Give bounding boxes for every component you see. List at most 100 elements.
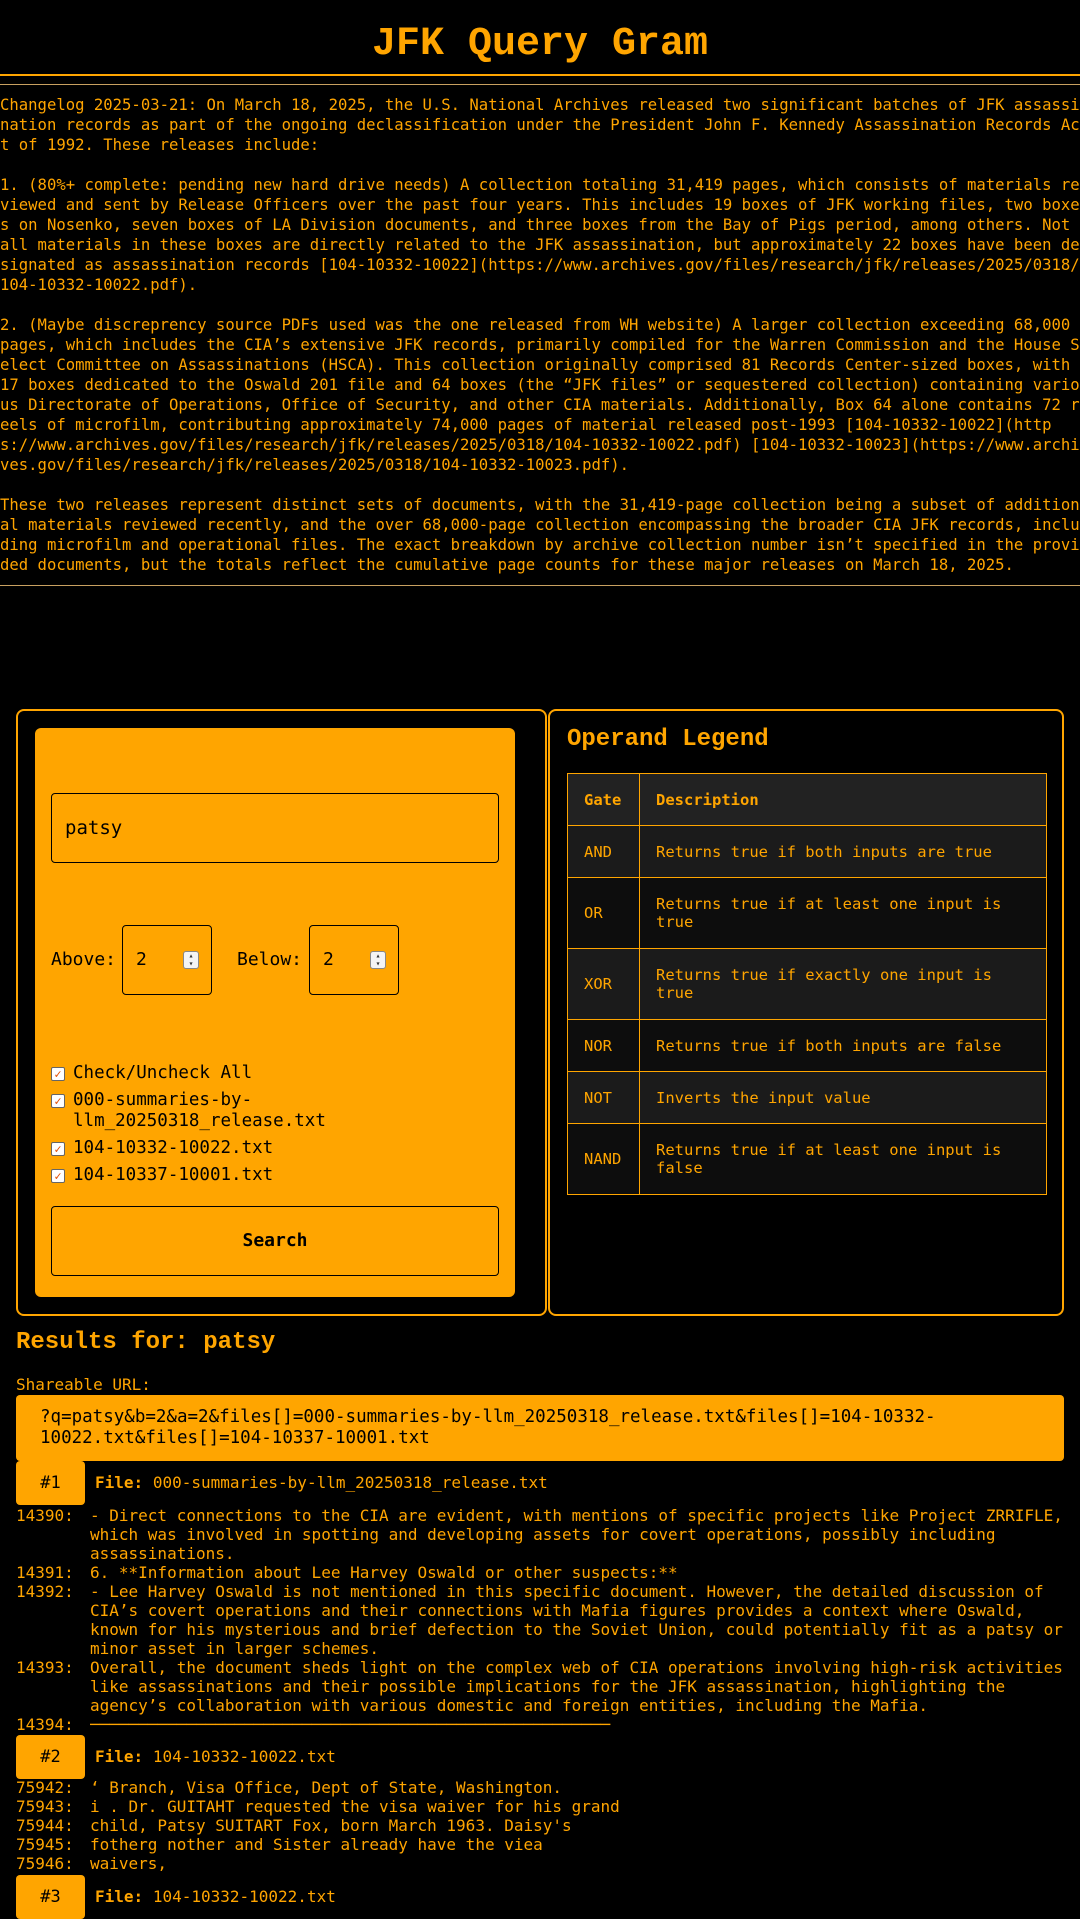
share-url-label: Shareable URL: <box>16 1375 151 1394</box>
header-divider <box>0 74 1080 76</box>
line-number: 75942: <box>16 1778 74 1797</box>
query-input[interactable]: patsy <box>51 793 499 863</box>
file-label: File: <box>95 1747 144 1766</box>
result-line: 14394: ─────────────────────────────────… <box>16 1715 1064 1734</box>
line-text: 6. **Information about Lee Harvey Oswald… <box>90 1563 678 1582</box>
file-checkbox-label: 104-10337-10001.txt <box>73 1165 274 1185</box>
line-text: ‘ Branch, Visa Office, Dept of State, Wa… <box>90 1778 563 1797</box>
operand-legend-panel: Operand Legend Gate Description AND Retu… <box>548 709 1064 1316</box>
result-file-line: File: 104-10332-10022.txt <box>95 1887 336 1906</box>
page-header: JFK Query Gram <box>0 0 1080 85</box>
file-label: File: <box>95 1887 144 1906</box>
result-line: 75946: waivers, <box>16 1854 1064 1873</box>
result-lines: 14390: - Direct connections to the CIA a… <box>16 1506 1064 1734</box>
line-text: i . Dr. GUITAHT requested the visa waive… <box>90 1797 620 1816</box>
legend-description: Returns true if exactly one input is tru… <box>639 948 1047 1020</box>
result-lines: 75942: ‘ Branch, Visa Office, Dept of St… <box>16 1778 1064 1873</box>
legend-gate: NOT <box>567 1071 640 1124</box>
line-number: 14392: <box>16 1582 74 1601</box>
result-file-name: 000-summaries-by-llm_20250318_release.tx… <box>152 1473 548 1492</box>
legend-description: Returns true if both inputs are false <box>639 1019 1047 1072</box>
changelog-divider <box>0 585 1080 586</box>
check-all-row[interactable]: ✓ Check/Uncheck All <box>51 1063 501 1084</box>
result-badge[interactable]: #2 <box>16 1735 85 1779</box>
file-checkbox-list: ✓ Check/Uncheck All ✓ 000-summaries-by-l… <box>51 1063 501 1192</box>
result-line: 14390: - Direct connections to the CIA a… <box>16 1506 1064 1563</box>
file-checkbox[interactable]: ✓ <box>51 1142 65 1156</box>
result-file-name: 104-10332-10022.txt <box>152 1887 336 1906</box>
checkbox-check-all[interactable]: ✓ <box>51 1067 65 1081</box>
result-badge[interactable]: #1 <box>16 1461 85 1505</box>
page-title: JFK Query Gram <box>371 22 709 67</box>
legend-title: Operand Legend <box>567 726 769 753</box>
below-value: 2 <box>323 949 334 970</box>
above-number-input[interactable]: 2 ▴ ▾ <box>122 925 212 995</box>
legend-description: Inverts the input value <box>639 1071 1047 1124</box>
changelog-text: Changelog 2025-03-21: On March 18, 2025,… <box>0 96 1080 574</box>
below-spinner-icon[interactable]: ▴ ▾ <box>370 951 386 969</box>
legend-header-description: Description <box>639 773 1047 826</box>
legend-gate: NAND <box>567 1123 640 1195</box>
line-number: 14391: <box>16 1563 74 1582</box>
legend-row: XOR Returns true if exactly one input is… <box>567 948 1047 1020</box>
legend-header-gate: Gate <box>567 773 640 826</box>
legend-gate: OR <box>567 877 640 949</box>
file-label: File: <box>95 1473 144 1492</box>
file-checkbox-row[interactable]: ✓ 104-10332-10022.txt <box>51 1138 501 1159</box>
file-checkbox[interactable]: ✓ <box>51 1169 65 1183</box>
line-number: 14390: <box>16 1506 74 1525</box>
legend-row: OR Returns true if at least one input is… <box>567 877 1047 949</box>
line-text: - Lee Harvey Oswald is not mentioned in … <box>90 1582 1063 1658</box>
result-header: #3 File: 104-10332-10022.txt <box>16 1875 1064 1919</box>
panels-row: patsy Above: 2 ▴ ▾ Below: 2 ▴ ▾ ✓ Check/Un… <box>16 709 1064 1316</box>
check-all-label: Check/Uncheck All <box>73 1063 253 1083</box>
legend-row: NOT Inverts the input value <box>567 1071 1047 1124</box>
file-checkbox[interactable]: ✓ <box>51 1094 65 1108</box>
result-line: 75945: fotherg nother and Sister already… <box>16 1835 1064 1854</box>
above-value: 2 <box>136 949 147 970</box>
legend-gate: AND <box>567 825 640 878</box>
line-number: 75943: <box>16 1797 74 1816</box>
legend-gate: XOR <box>567 948 640 1020</box>
result-file-line: File: 104-10332-10022.txt <box>95 1747 336 1766</box>
legend-row: NAND Returns true if at least one input … <box>567 1123 1047 1195</box>
result-file-name: 104-10332-10022.txt <box>152 1747 336 1766</box>
file-checkbox-row[interactable]: ✓ 000-summaries-by-llm_20250318_release.… <box>51 1090 501 1132</box>
line-number: 75945: <box>16 1835 74 1854</box>
result-line: 14391: 6. **Information about Lee Harvey… <box>16 1563 1064 1582</box>
share-url-box[interactable]: ?q=patsy&b=2&a=2&files[]=000-summaries-b… <box>16 1395 1064 1461</box>
line-number: 14394: <box>16 1715 74 1734</box>
results-title: Results for: patsy <box>16 1329 276 1356</box>
line-text: waivers, <box>90 1854 168 1873</box>
line-text: - Direct connections to the CIA are evid… <box>90 1506 1063 1563</box>
line-text: fotherg nother and Sister already have t… <box>90 1835 543 1854</box>
below-label: Below: <box>237 949 303 970</box>
result-badge[interactable]: #3 <box>16 1875 85 1919</box>
legend-description: Returns true if at least one input is fa… <box>639 1123 1047 1195</box>
line-number: 75944: <box>16 1816 74 1835</box>
search-button[interactable]: Search <box>51 1206 499 1276</box>
result-file-line: File: 000-summaries-by-llm_20250318_rele… <box>95 1473 548 1492</box>
legend-row: AND Returns true if both inputs are true <box>567 825 1047 878</box>
result-line: 14393: Overall, the document sheds light… <box>16 1658 1064 1715</box>
line-text: Overall, the document sheds light on the… <box>90 1658 1063 1715</box>
result-line: 75943: i . Dr. GUITAHT requested the vis… <box>16 1797 1064 1816</box>
search-panel: patsy Above: 2 ▴ ▾ Below: 2 ▴ ▾ ✓ Check/Un… <box>16 709 547 1316</box>
file-checkbox-label: 104-10332-10022.txt <box>73 1138 274 1158</box>
file-checkbox-label: 000-summaries-by-llm_20250318_release.tx… <box>73 1090 326 1131</box>
legend-description: Returns true if both inputs are true <box>639 825 1047 878</box>
legend-row: NOR Returns true if both inputs are fals… <box>567 1019 1047 1072</box>
line-text: child, Patsy SUITART Fox, born March 196… <box>90 1816 572 1835</box>
result-line: 14392: - Lee Harvey Oswald is not mentio… <box>16 1582 1064 1658</box>
result-header: #1 File: 000-summaries-by-llm_20250318_r… <box>16 1461 1064 1505</box>
below-number-input[interactable]: 2 ▴ ▾ <box>309 925 399 995</box>
above-label: Above: <box>51 949 117 970</box>
legend-header-row: Gate Description <box>567 773 1047 826</box>
legend-table: Gate Description AND Returns true if bot… <box>567 773 1047 1195</box>
above-spinner-icon[interactable]: ▴ ▾ <box>183 951 199 969</box>
legend-gate: NOR <box>567 1019 640 1072</box>
file-checkbox-row[interactable]: ✓ 104-10337-10001.txt <box>51 1165 501 1186</box>
result-header: #2 File: 104-10332-10022.txt <box>16 1735 1064 1779</box>
line-number: 14393: <box>16 1658 74 1677</box>
result-line: 75942: ‘ Branch, Visa Office, Dept of St… <box>16 1778 1064 1797</box>
